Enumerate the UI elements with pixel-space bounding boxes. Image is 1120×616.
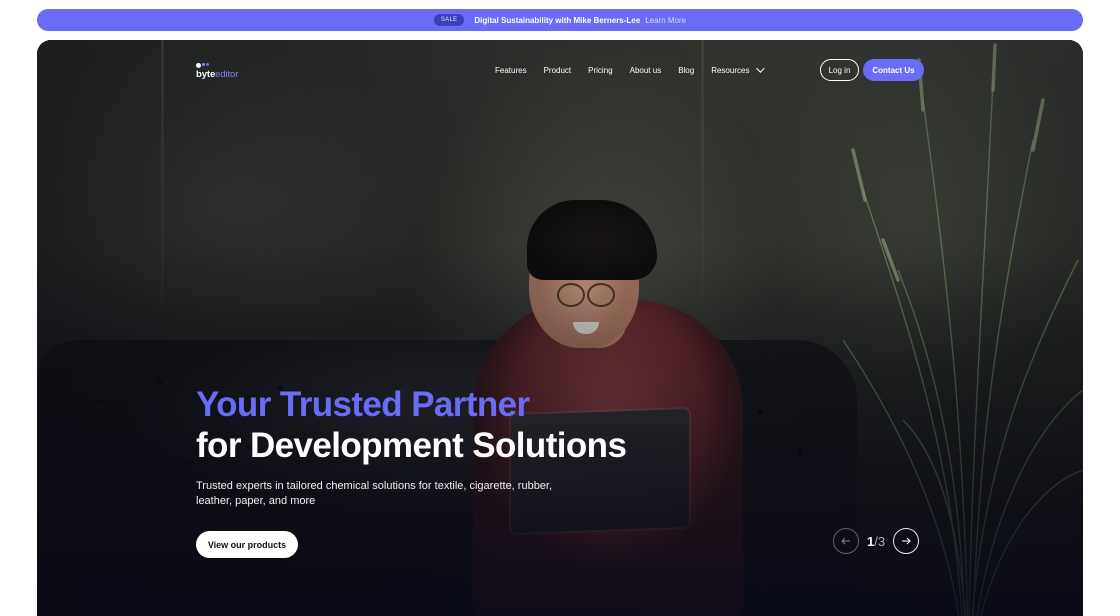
arrow-left-icon [841, 537, 850, 545]
nav-item-resources-label: Resources [711, 65, 750, 75]
nav-item-blog[interactable]: Blog [678, 66, 694, 75]
hero-headline-accent: Your Trusted Partner [196, 385, 530, 424]
nav-item-about-us[interactable]: About us [630, 66, 662, 75]
nav-item-features[interactable]: Features [495, 66, 527, 75]
announcement-bar: SALE Digital Sustainability with Mike Be… [37, 9, 1083, 31]
nav-item-product[interactable]: Product [544, 66, 572, 75]
brand-logo[interactable]: byteeditor [196, 63, 238, 80]
view-products-button[interactable]: View our products [196, 531, 298, 558]
arrow-right-icon [902, 537, 911, 545]
learn-more-link[interactable]: Learn More [645, 16, 686, 25]
top-navigation: byteeditor Features Product Pricing Abou… [37, 40, 1083, 100]
sale-badge: SALE [433, 14, 465, 26]
login-button[interactable]: Log in [820, 59, 859, 81]
hero-headline-main: for Development Solutions [196, 426, 627, 465]
announcement-text: Digital Sustainability with Mike Berners… [474, 15, 641, 25]
logo-wordmark: byteeditor [196, 69, 239, 80]
slide-counter: 1/3 [867, 533, 886, 549]
hero-subtitle: Trusted experts in tailored chemical sol… [196, 480, 553, 507]
nav-item-pricing[interactable]: Pricing [588, 66, 612, 75]
slide-total: 3 [877, 533, 886, 549]
hero-background-image [37, 40, 1083, 616]
main-menu: Features Product Pricing About us Blog R… [495, 62, 766, 78]
hero-section: byteeditor Features Product Pricing Abou… [37, 40, 1083, 616]
slider-next-button[interactable] [893, 528, 920, 554]
contact-us-button[interactable]: Contact Us [863, 59, 924, 81]
chevron-down-icon [756, 64, 766, 73]
slider-pagination: 1/3 [833, 528, 920, 554]
nav-item-resources[interactable]: Resources [711, 64, 766, 75]
slider-prev-button[interactable] [833, 528, 859, 554]
hero-headline: Your Trusted Partner for Development Sol… [196, 384, 627, 466]
